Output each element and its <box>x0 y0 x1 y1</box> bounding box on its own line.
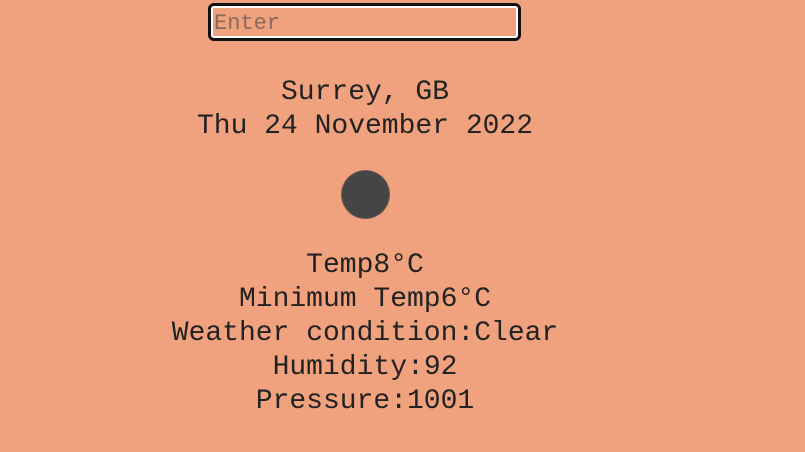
condition-row: Weather condition:Clear <box>0 317 730 351</box>
current-date: Thu 24 November 2022 <box>196 111 534 142</box>
location-block: Surrey, GB Thu 24 November 2022 <box>0 76 730 144</box>
min-temperature-row: Minimum Temp6°C <box>0 283 730 317</box>
weather-condition-icon <box>342 171 389 218</box>
min-temperature-label: Minimum Temp <box>238 284 441 315</box>
humidity-value: 92 <box>423 352 458 383</box>
condition-value: Clear <box>474 318 559 349</box>
search-input[interactable] <box>208 3 521 41</box>
temperature-value: 8°C <box>373 250 424 281</box>
min-temperature-value: 6°C <box>440 284 492 315</box>
condition-label: Weather condition: <box>171 318 475 349</box>
pressure-value: 1001 <box>407 386 475 417</box>
pressure-label: Pressure: <box>255 386 407 417</box>
weather-details: Temp8°C Minimum Temp6°C Weather conditio… <box>0 249 730 419</box>
humidity-row: Humidity:92 <box>0 351 730 385</box>
humidity-label: Humidity: <box>272 352 424 383</box>
pressure-row: Pressure:1001 <box>0 385 730 419</box>
city-name: Surrey, GB <box>280 77 450 108</box>
temperature-row: Temp8°C <box>0 249 730 283</box>
temperature-label: Temp <box>306 250 374 281</box>
